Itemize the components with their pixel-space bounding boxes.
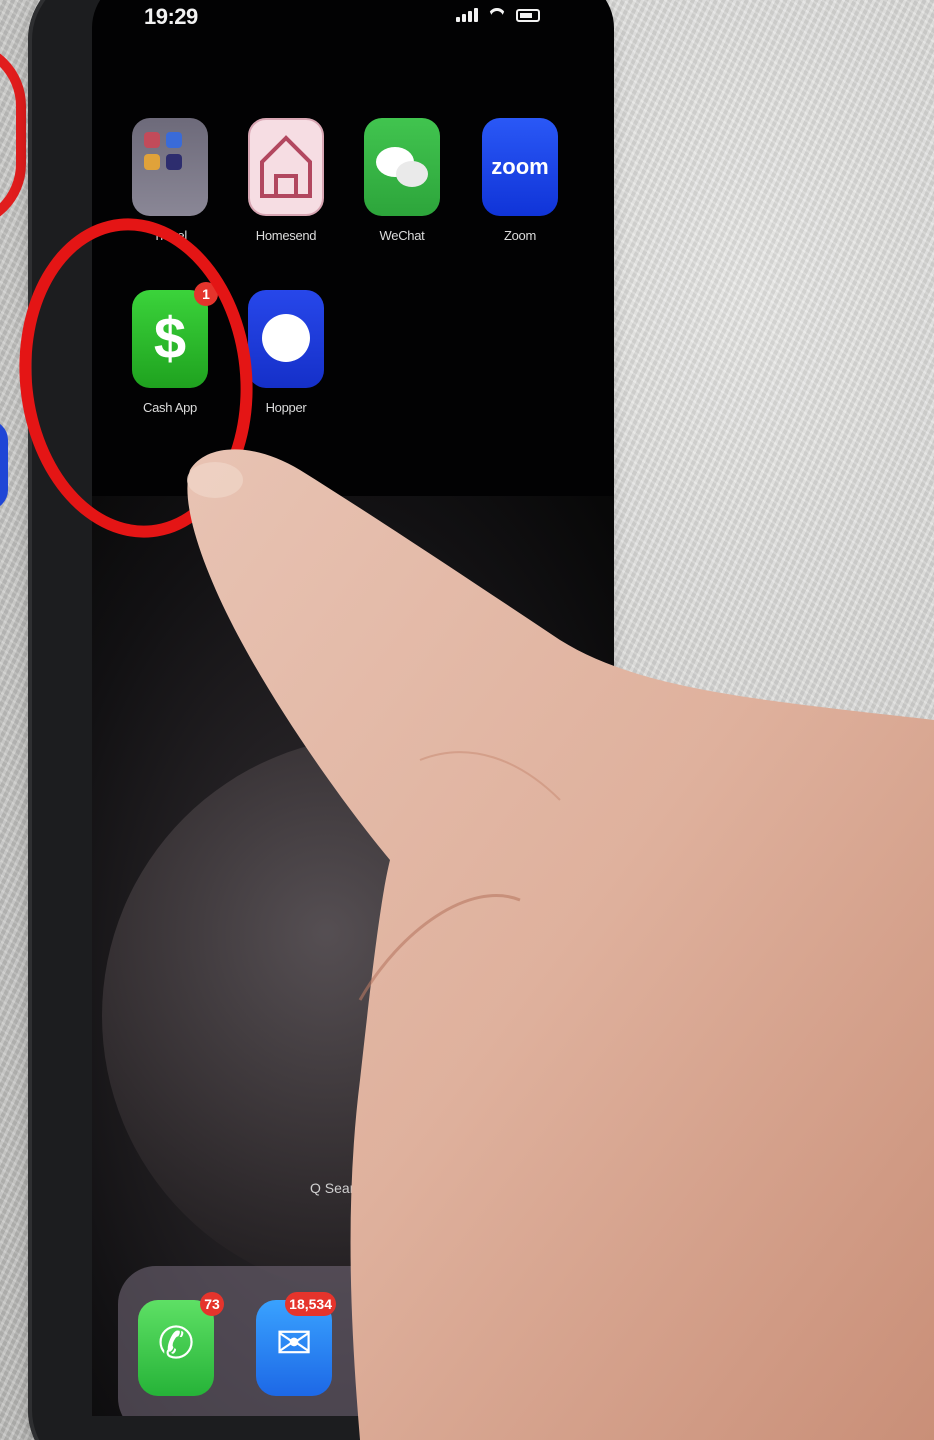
folder-icon xyxy=(132,118,208,216)
app-blue[interactable]: Hopper xyxy=(246,290,326,415)
safari-icon[interactable] xyxy=(374,1300,450,1396)
phone-icon[interactable]: ✆ 73 xyxy=(138,1292,224,1396)
search-pill[interactable]: Q Search xyxy=(310,1180,369,1196)
edge-blue-mark xyxy=(0,420,8,510)
circle-app-icon xyxy=(248,290,324,388)
app-label: Homesend xyxy=(255,228,317,243)
zoom-icon: zoom xyxy=(482,118,558,216)
notification-badge: 18,534 xyxy=(285,1292,336,1316)
app-label: Hopper xyxy=(265,400,307,415)
app-label: Zoom xyxy=(503,228,537,243)
wechat-icon xyxy=(364,118,440,216)
battery-icon xyxy=(516,9,540,22)
mail-icon[interactable]: ✉ 18,534 xyxy=(256,1292,336,1396)
status-icons xyxy=(456,8,540,22)
house-icon xyxy=(248,118,324,216)
photo-scene: 19:29 Travel Homesend WeChat zoom Zoom $… xyxy=(0,0,934,1440)
wifi-icon xyxy=(488,8,506,22)
app-home[interactable]: Homesend xyxy=(246,118,326,243)
app-wechat[interactable]: WeChat xyxy=(362,118,442,243)
status-bar: 19:29 xyxy=(92,0,614,40)
app-zoom[interactable]: zoom Zoom xyxy=(480,118,560,243)
notification-badge: 73 xyxy=(200,1292,224,1316)
status-time: 19:29 xyxy=(144,4,198,29)
phone-device: 19:29 Travel Homesend WeChat zoom Zoom $… xyxy=(28,0,614,1440)
app-label: WeChat xyxy=(379,228,425,243)
dock: ✆ 73 ✉ 18,534 xyxy=(118,1266,598,1416)
signal-icon xyxy=(456,8,478,22)
phone-screen: 19:29 Travel Homesend WeChat zoom Zoom $… xyxy=(92,0,614,1416)
